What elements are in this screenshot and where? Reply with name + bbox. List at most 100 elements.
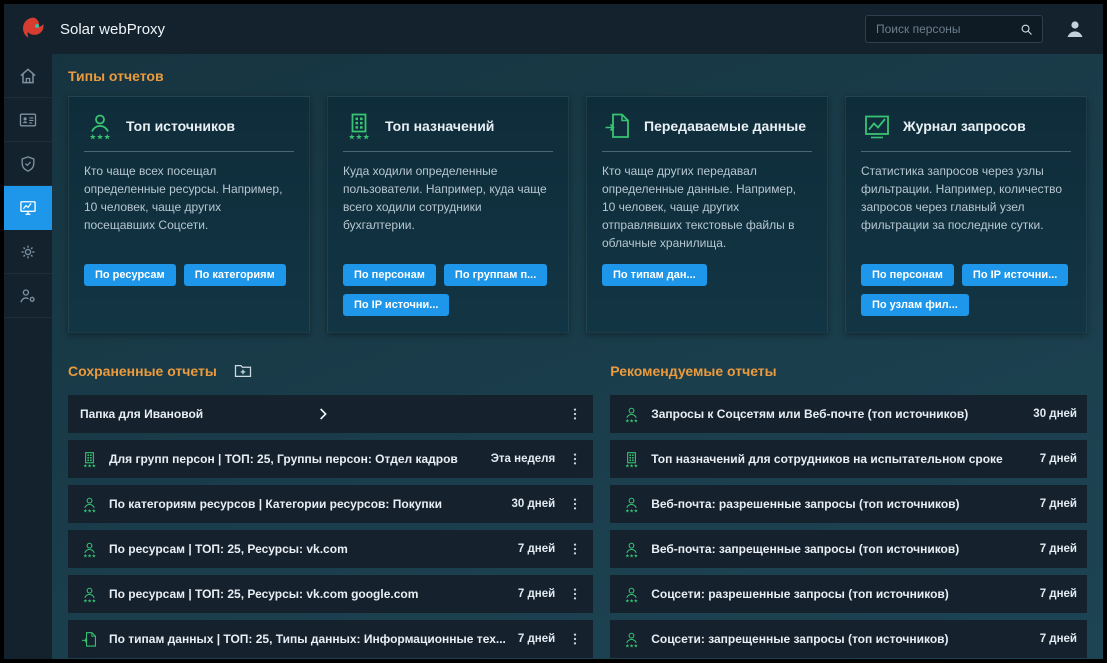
document-transfer-icon	[602, 110, 634, 142]
gear-icon	[18, 242, 38, 262]
report-duration: 7 дней	[1040, 588, 1077, 600]
saved-report-row[interactable]: Для групп персон | ТОП: 25, Группы персо…	[68, 440, 593, 478]
saved-reports-list: Папка для Ивановой Для групп персон | ТО…	[68, 395, 593, 658]
card-buttons: По персонам По IP источни... По узлам фи…	[861, 264, 1071, 316]
saved-reports-panel: Сохраненные отчеты Папка для Ивановой	[68, 359, 593, 659]
by-data-types-button[interactable]: По типам дан...	[602, 264, 707, 286]
recommended-reports-title: Рекомендуемые отчеты	[610, 363, 776, 379]
report-label: Соцсети: разрешенные запросы (топ источн…	[651, 587, 1027, 601]
report-duration: Эта неделя	[491, 453, 555, 465]
topbar: Solar webProxy	[4, 4, 1103, 54]
app-title: Solar webProxy	[60, 21, 165, 38]
sidebar-item-administration[interactable]	[4, 274, 52, 318]
card-buttons: По типам дан...	[602, 264, 812, 286]
sidebar-item-home[interactable]	[4, 54, 52, 98]
recommended-report-row[interactable]: Соцсети: запрещенные запросы (топ источн…	[610, 620, 1087, 658]
report-label: По ресурсам | ТОП: 25, Ресурсы: vk.com g…	[109, 587, 506, 601]
kebab-menu-icon[interactable]	[567, 495, 583, 513]
by-persons-button[interactable]: По персонам	[343, 264, 436, 286]
report-duration: 7 дней	[1040, 543, 1077, 555]
chart-log-icon	[861, 110, 893, 142]
report-duration: 7 дней	[1040, 633, 1077, 645]
person-stars-icon	[80, 585, 99, 604]
by-resources-button[interactable]: По ресурсам	[84, 264, 176, 286]
sidebar-item-persons[interactable]	[4, 98, 52, 142]
chevron-right-icon[interactable]	[315, 406, 331, 422]
lower-section: Сохраненные отчеты Папка для Ивановой	[68, 359, 1087, 659]
app-window: Solar webProxy Типы отчетов	[4, 4, 1103, 659]
card-top-destinations: Топ назначений Куда ходили определенные …	[327, 96, 569, 333]
sidebar	[4, 54, 52, 659]
recommended-report-row[interactable]: Запросы к Соцсетям или Веб-почте (топ ис…	[610, 395, 1087, 433]
recommended-reports-panel: Рекомендуемые отчеты Запросы к Соцсетям …	[610, 359, 1087, 659]
recommended-report-row[interactable]: Веб-почта: разрешенные запросы (топ исто…	[610, 485, 1087, 523]
card-title: Передаваемые данные	[644, 118, 806, 134]
card-title: Топ источников	[126, 118, 235, 134]
report-duration: 7 дней	[1040, 453, 1077, 465]
saved-report-row[interactable]: По типам данных | ТОП: 25, Типы данных: …	[68, 620, 593, 658]
person-stars-icon	[80, 540, 99, 559]
sidebar-item-policies[interactable]	[4, 142, 52, 186]
kebab-menu-icon[interactable]	[567, 630, 583, 648]
building-stars-icon	[622, 450, 641, 469]
sidebar-item-reports[interactable]	[4, 186, 52, 230]
kebab-menu-icon[interactable]	[567, 450, 583, 468]
report-duration: 30 дней	[1033, 408, 1077, 420]
monitor-chart-icon	[18, 198, 38, 218]
user-account-icon[interactable]	[1063, 17, 1087, 41]
card-title: Журнал запросов	[903, 118, 1026, 134]
divider	[602, 151, 812, 152]
document-transfer-icon	[80, 630, 99, 649]
person-stars-icon	[622, 405, 641, 424]
report-label: По ресурсам | ТОП: 25, Ресурсы: vk.com	[109, 542, 506, 556]
divider	[861, 151, 1071, 152]
saved-report-row[interactable]: По категориям ресурсов | Категории ресур…	[68, 485, 593, 523]
saved-reports-title: Сохраненные отчеты	[68, 363, 217, 379]
report-label: По типам данных | ТОП: 25, Типы данных: …	[109, 632, 506, 646]
by-person-groups-button[interactable]: По группам п...	[444, 264, 547, 286]
report-label: Соцсети: запрещенные запросы (топ источн…	[651, 632, 1027, 646]
add-folder-button[interactable]	[231, 360, 255, 382]
screen-frame: Solar webProxy Типы отчетов	[0, 0, 1107, 663]
divider	[343, 151, 553, 152]
by-filter-nodes-button[interactable]: По узлам фил...	[861, 294, 969, 316]
search-input[interactable]	[874, 21, 1013, 37]
recommended-report-row[interactable]: Соцсети: разрешенные запросы (топ источн…	[610, 575, 1087, 613]
saved-report-row[interactable]: По ресурсам | ТОП: 25, Ресурсы: vk.com 7…	[68, 530, 593, 568]
card-buttons: По ресурсам По категориям	[84, 264, 294, 286]
report-label: По категориям ресурсов | Категории ресур…	[109, 497, 500, 511]
card-transferred-data: Передаваемые данные Кто чаще других пере…	[586, 96, 828, 333]
card-request-log: Журнал запросов Статистика запросов чере…	[845, 96, 1087, 333]
person-stars-icon	[84, 110, 116, 142]
report-label: Веб-почта: разрешенные запросы (топ исто…	[651, 497, 1027, 511]
id-card-icon	[18, 110, 38, 130]
kebab-menu-icon[interactable]	[567, 585, 583, 603]
by-persons-button[interactable]: По персонам	[861, 264, 954, 286]
kebab-menu-icon[interactable]	[567, 540, 583, 558]
card-title: Топ назначений	[385, 118, 494, 134]
report-duration: 30 дней	[512, 498, 556, 510]
recommended-report-row[interactable]: Веб-почта: запрещенные запросы (топ исто…	[610, 530, 1087, 568]
report-type-cards: Топ источников Кто чаще всех посещал опр…	[68, 96, 1087, 333]
by-ip-sources-button[interactable]: По IP источни...	[343, 294, 449, 316]
by-ip-sources-button[interactable]: По IP источни...	[962, 264, 1068, 286]
report-duration: 7 дней	[518, 543, 555, 555]
card-description: Кто чаще всех посещал определенные ресур…	[84, 162, 294, 264]
card-description: Кто чаще других передавал определенные д…	[602, 162, 812, 264]
saved-report-row[interactable]: По ресурсам | ТОП: 25, Ресурсы: vk.com g…	[68, 575, 593, 613]
sidebar-item-settings[interactable]	[4, 230, 52, 274]
main-content: Типы отчетов Топ источников Кто чаще все…	[52, 54, 1103, 659]
by-categories-button[interactable]: По категориям	[184, 264, 286, 286]
card-buttons: По персонам По группам п... По IP источн…	[343, 264, 553, 316]
person-stars-icon	[80, 495, 99, 514]
person-stars-icon	[622, 630, 641, 649]
kebab-menu-icon[interactable]	[567, 405, 583, 423]
recommended-report-row[interactable]: Топ назначений для сотрудников на испыта…	[610, 440, 1087, 478]
report-duration: 7 дней	[518, 633, 555, 645]
building-stars-icon	[343, 110, 375, 142]
user-gear-icon	[18, 286, 38, 306]
search-icon[interactable]	[1019, 22, 1034, 37]
saved-folder-row[interactable]: Папка для Ивановой	[68, 395, 593, 433]
person-search[interactable]	[865, 15, 1043, 43]
report-label: Запросы к Соцсетям или Веб-почте (топ ис…	[651, 407, 1021, 421]
